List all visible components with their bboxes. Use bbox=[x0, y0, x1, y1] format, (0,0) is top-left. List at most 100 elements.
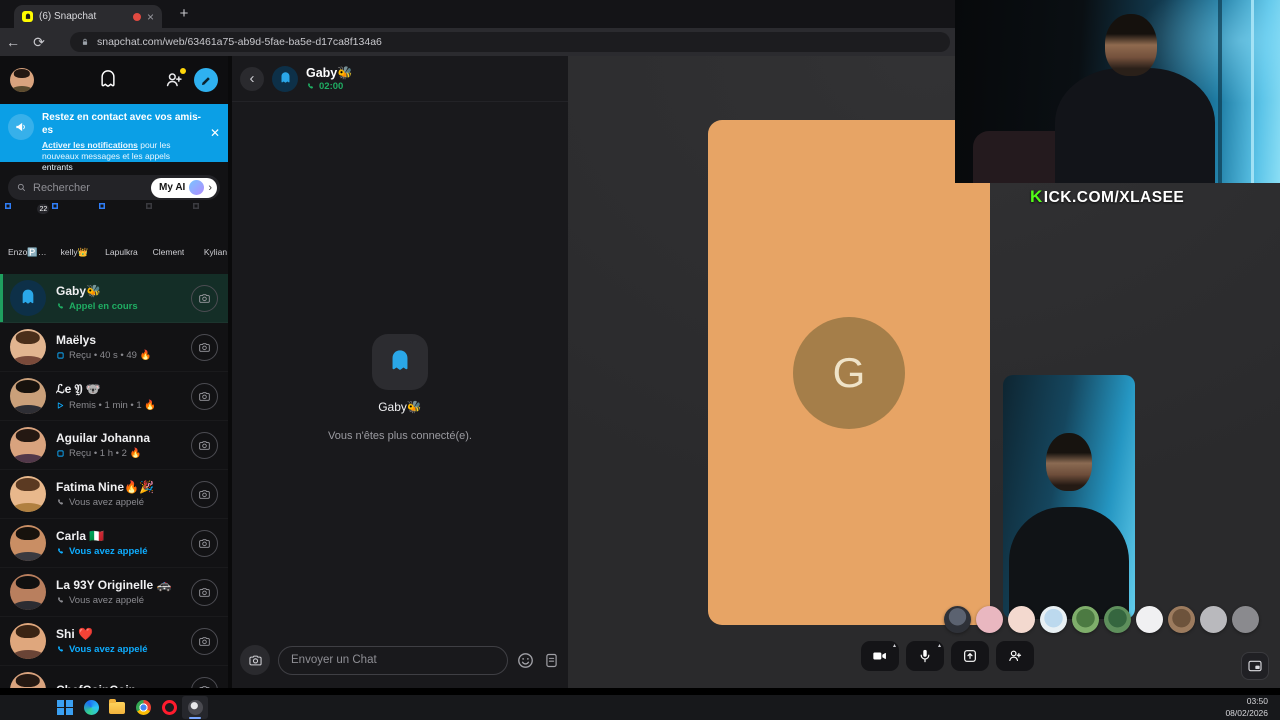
enable-notifications-link[interactable]: Activer les notifications bbox=[42, 140, 138, 150]
chat-status: Vous avez appelé bbox=[56, 644, 181, 655]
site-info-icon[interactable] bbox=[80, 37, 90, 47]
received-icon bbox=[57, 450, 64, 457]
chat-list-item[interactable]: Fatima Nine🔥🎉 Vous avez appelé bbox=[0, 470, 228, 519]
message-input-bar bbox=[240, 645, 560, 675]
story-name: Clement bbox=[152, 247, 185, 257]
chat-list-item[interactable]: Maëlys Reçu • 40 s • 49 🔥 bbox=[0, 323, 228, 372]
chat-status: Reçu • 1 h • 2 🔥 bbox=[56, 448, 181, 459]
recording-indicator-icon bbox=[132, 12, 141, 21]
chat-name: La 93Y Originelle 🚓 bbox=[56, 578, 172, 592]
chat-status: Vous avez appelé bbox=[56, 497, 181, 508]
chat-list-item-gaby[interactable]: Gaby🐝 Appel en cours bbox=[0, 274, 228, 323]
story-name: Enzo🅿️… bbox=[8, 247, 47, 257]
taskbar-active-app-button[interactable] bbox=[182, 696, 208, 719]
back-button[interactable]: ‹ bbox=[240, 66, 264, 91]
search-bar[interactable]: My AI › bbox=[8, 175, 220, 200]
sidebar-header bbox=[0, 56, 228, 104]
back-icon[interactable]: ← bbox=[0, 34, 26, 50]
lens-option[interactable] bbox=[1200, 606, 1227, 633]
camera-button[interactable] bbox=[191, 382, 218, 410]
camera-button[interactable] bbox=[191, 578, 218, 606]
lens-option[interactable] bbox=[1040, 606, 1067, 633]
chat-name: Shi ❤️ bbox=[56, 627, 93, 641]
toggle-mic-button[interactable]: ▴ bbox=[906, 641, 944, 671]
chat-message-input[interactable] bbox=[278, 645, 508, 675]
chat-list-item[interactable]: Aguilar Johanna Reçu • 1 h • 2 🔥 bbox=[0, 421, 228, 470]
camera-button[interactable] bbox=[191, 284, 218, 312]
chat-list-item[interactable]: ℒe 𝔜 🐨 Remis • 1 min • 1 🔥 bbox=[0, 372, 228, 421]
emoji-button[interactable] bbox=[516, 651, 535, 670]
self-silhouette-body bbox=[1009, 507, 1129, 619]
call-icon bbox=[58, 548, 63, 554]
lens-option[interactable] bbox=[1136, 606, 1163, 633]
search-input[interactable] bbox=[33, 181, 113, 194]
banner-close-icon[interactable]: ✕ bbox=[210, 126, 220, 140]
share-screen-button[interactable] bbox=[951, 641, 989, 671]
call-duration: 02:00 bbox=[306, 81, 353, 92]
start-button[interactable] bbox=[52, 696, 78, 719]
contact-name: Gaby🐝 bbox=[378, 400, 422, 414]
address-bar[interactable]: snapchat.com/web/63461a75-ab9d-5fae-ba5e… bbox=[70, 32, 950, 52]
chat-list-item[interactable]: ChefCoinCoin bbox=[0, 666, 228, 688]
snap-card-button[interactable] bbox=[543, 652, 560, 669]
kick-logo-icon: K bbox=[1030, 187, 1043, 206]
windows-logo-icon bbox=[57, 699, 73, 716]
new-tab-button[interactable]: + bbox=[174, 5, 194, 22]
taskbar-opera-button[interactable] bbox=[156, 696, 182, 719]
chat-status: Vous avez appelé bbox=[56, 595, 181, 606]
new-chat-button[interactable] bbox=[194, 68, 218, 92]
chat-header-name: Gaby🐝 bbox=[306, 65, 353, 80]
chat-header-avatar bbox=[272, 65, 298, 92]
notification-dot bbox=[180, 68, 186, 74]
avatar bbox=[10, 329, 46, 365]
self-video-preview[interactable] bbox=[1003, 375, 1135, 619]
call-icon bbox=[308, 82, 313, 89]
refresh-icon[interactable]: ⟳ bbox=[26, 34, 52, 51]
camera-button[interactable] bbox=[191, 431, 218, 459]
tab-close-icon[interactable]: × bbox=[147, 11, 154, 23]
taskbar-explorer-button[interactable] bbox=[104, 696, 130, 719]
add-friend-button[interactable] bbox=[164, 68, 186, 90]
browser-tab[interactable]: (6) Snapchat × bbox=[14, 5, 162, 28]
stories-row: 22 Enzo🅿️… kelly👑 Lapulkra Clement Kylia… bbox=[6, 203, 228, 272]
story-item[interactable]: kelly👑 bbox=[55, 206, 93, 272]
taskbar-edge-button[interactable] bbox=[78, 696, 104, 719]
profile-avatar[interactable] bbox=[10, 68, 34, 92]
story-item[interactable]: Kylian bbox=[196, 206, 228, 272]
device-caret-icon[interactable]: ▴ bbox=[938, 642, 941, 649]
device-caret-icon[interactable]: ▴ bbox=[893, 642, 896, 649]
chat-list-item[interactable]: La 93Y Originelle 🚓 Vous avez appelé bbox=[0, 568, 228, 617]
lens-option[interactable] bbox=[944, 606, 971, 633]
chat-list-item[interactable]: Carla 🇮🇹 Vous avez appelé bbox=[0, 519, 228, 568]
url-text: snapchat.com/web/63461a75-ab9d-5fae-ba5e… bbox=[97, 36, 382, 48]
camera-button[interactable] bbox=[191, 676, 218, 688]
lens-option[interactable] bbox=[1168, 606, 1195, 633]
chat-name: Gaby🐝 bbox=[56, 284, 101, 298]
taskbar-chrome-button[interactable] bbox=[130, 696, 156, 719]
lens-option[interactable] bbox=[976, 606, 1003, 633]
lens-option[interactable] bbox=[1072, 606, 1099, 633]
received-icon bbox=[57, 352, 64, 359]
picture-in-picture-button[interactable] bbox=[1241, 652, 1269, 680]
camera-button[interactable] bbox=[191, 529, 218, 557]
camera-button[interactable] bbox=[191, 333, 218, 361]
lens-option[interactable] bbox=[1008, 606, 1035, 633]
lens-option[interactable] bbox=[1104, 606, 1131, 633]
taskbar-clock[interactable]: 03:50 08/02/2026 bbox=[1225, 696, 1268, 718]
camera-button[interactable] bbox=[191, 627, 218, 655]
story-item[interactable]: Lapulkra bbox=[102, 206, 140, 272]
add-participant-button[interactable] bbox=[996, 641, 1034, 671]
clock-date: 08/02/2026 bbox=[1225, 707, 1268, 718]
story-item[interactable]: 22 Enzo🅿️… bbox=[8, 203, 51, 272]
lens-option[interactable] bbox=[1232, 606, 1259, 633]
my-ai-pill[interactable]: My AI › bbox=[151, 177, 217, 198]
sent-icon bbox=[57, 401, 64, 409]
streamer-webcam-overlay bbox=[955, 0, 1280, 183]
edge-icon bbox=[83, 700, 99, 715]
toggle-video-button[interactable]: ▴ bbox=[861, 641, 899, 671]
story-item[interactable]: Clement bbox=[149, 206, 187, 272]
tab-title: (6) Snapchat bbox=[39, 11, 97, 22]
camera-button[interactable] bbox=[191, 480, 218, 508]
camera-button[interactable] bbox=[240, 645, 270, 675]
chat-list-item[interactable]: Shi ❤️ Vous avez appelé bbox=[0, 617, 228, 666]
